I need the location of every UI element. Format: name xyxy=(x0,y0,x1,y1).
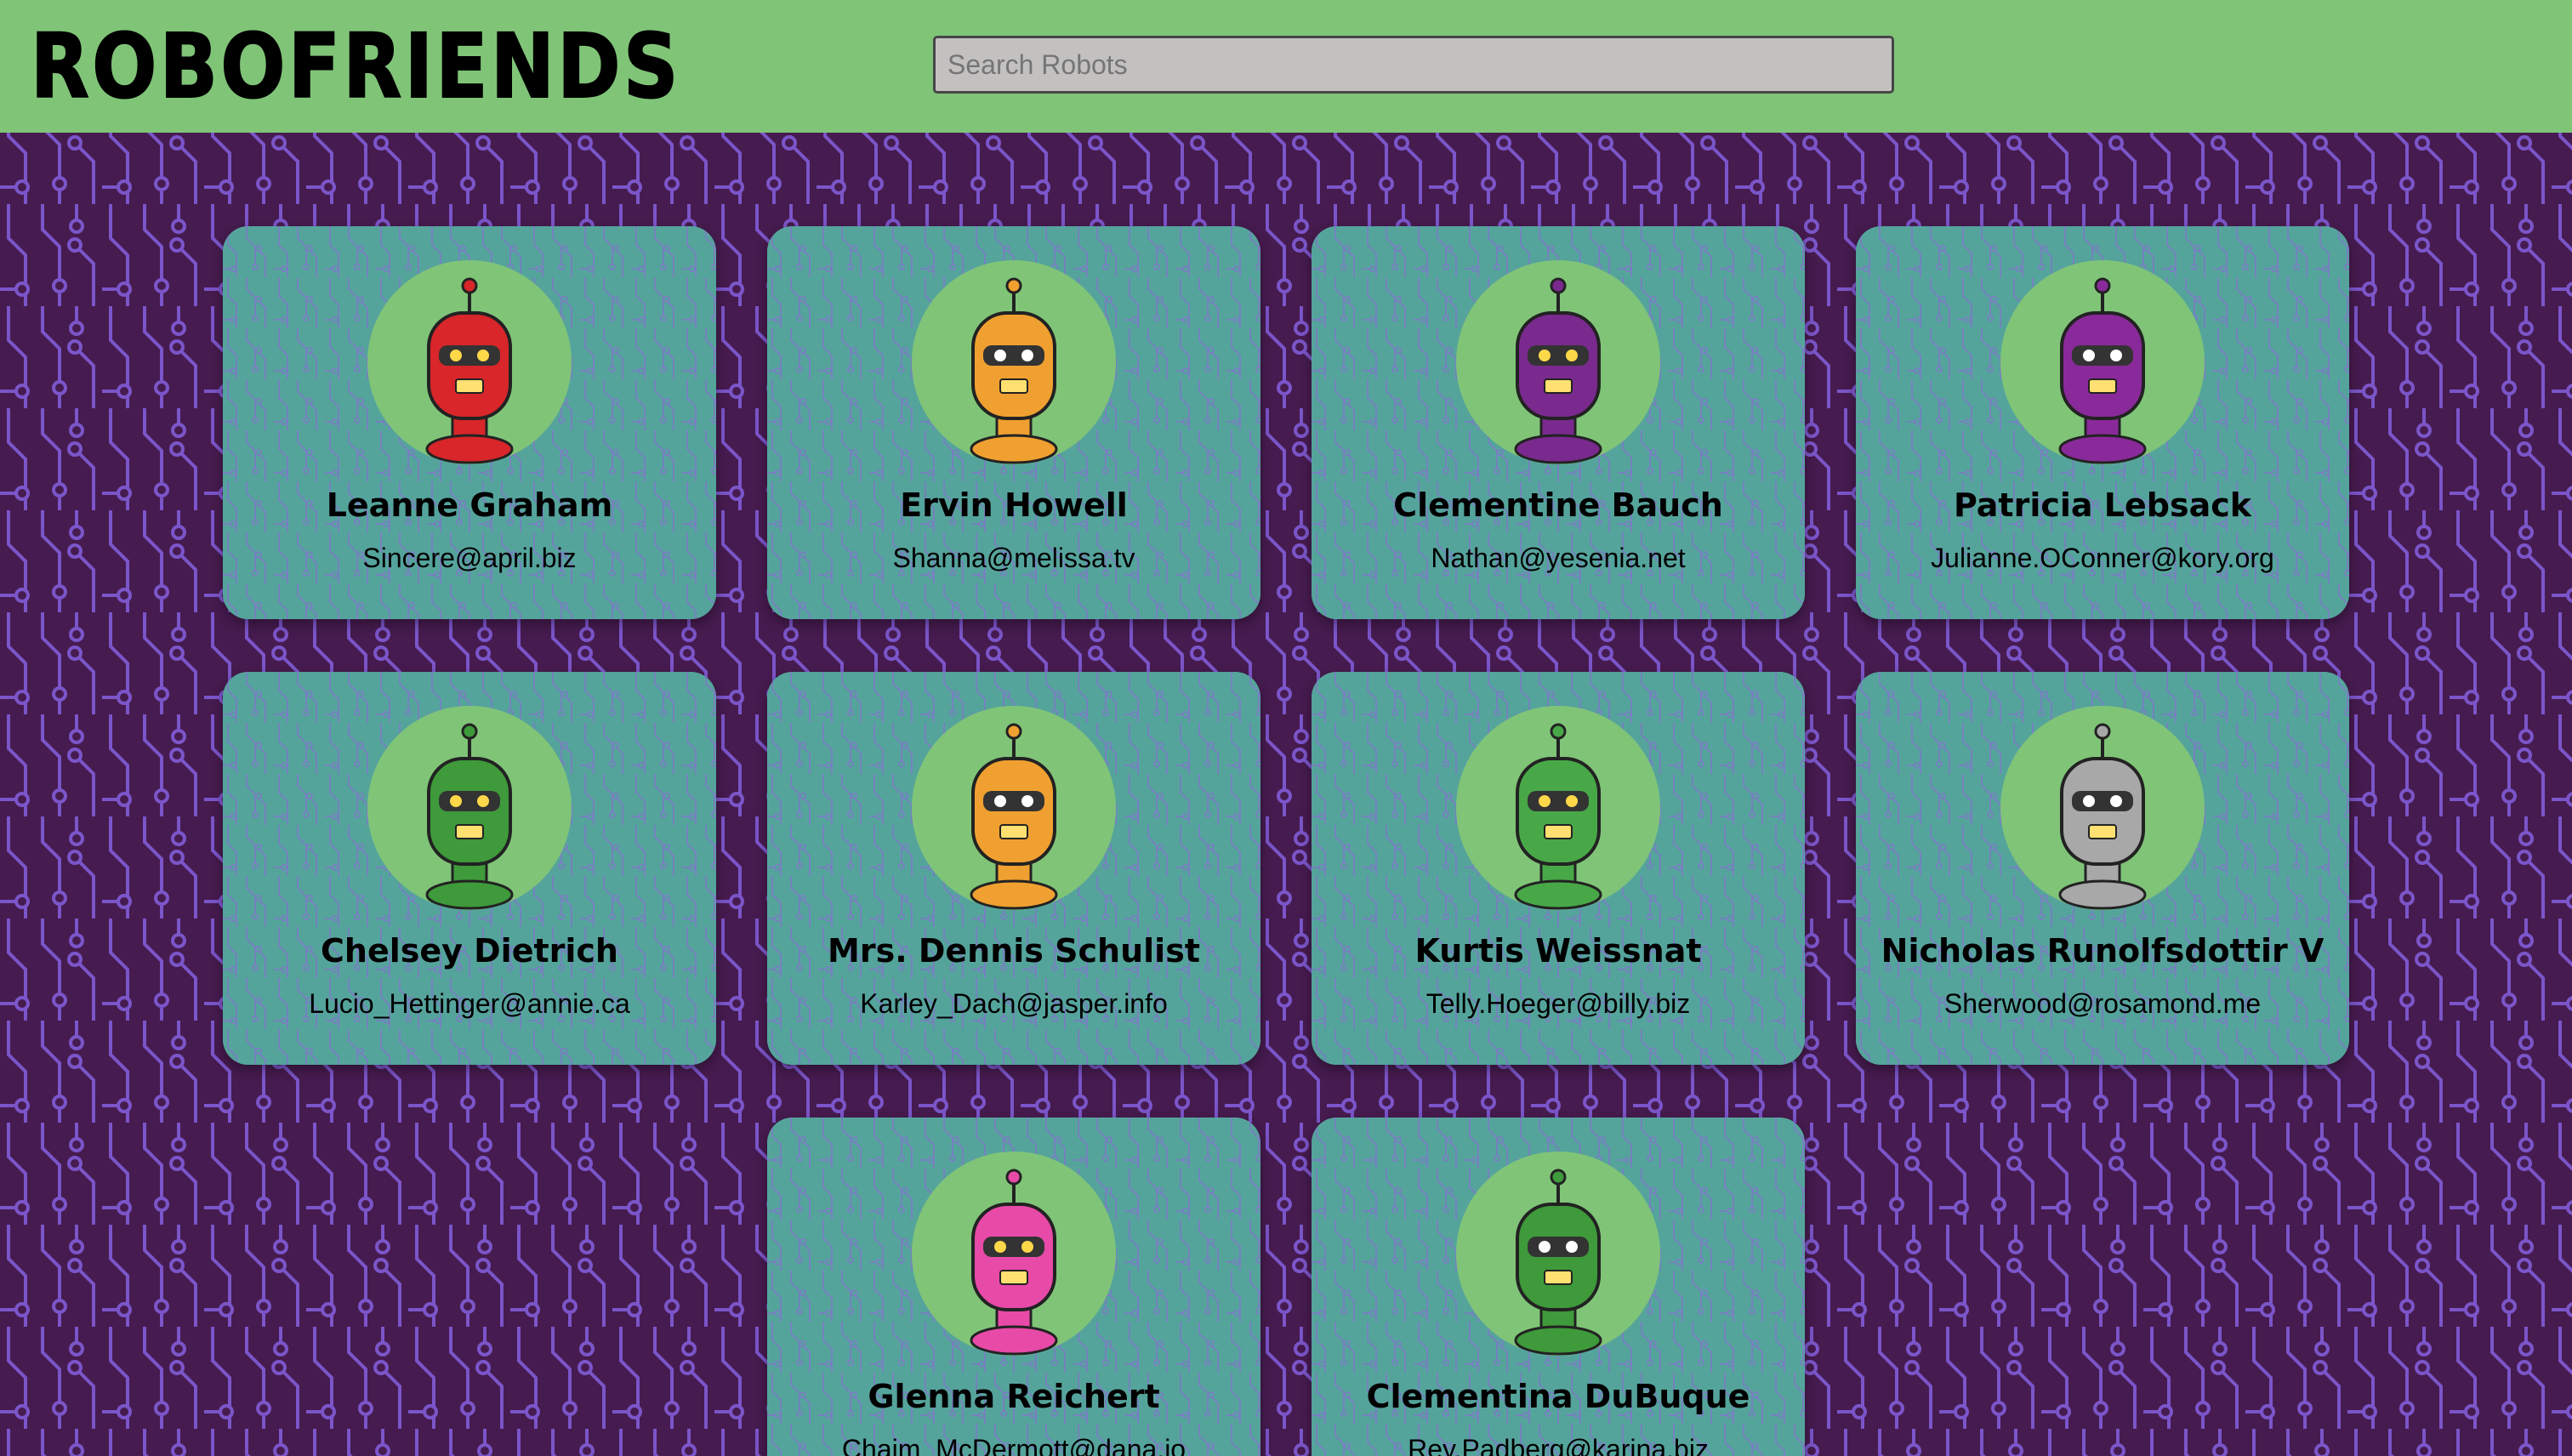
top-bar: ROBOFRIENDS xyxy=(0,0,2572,133)
robot-name: Clementina DuBuque xyxy=(1366,1378,1750,1415)
robot-card: Glenna Reichert Chaim_McDermott@dana.io xyxy=(767,1118,1260,1456)
robot-name: Leanne Graham xyxy=(326,486,613,524)
robot-email: Julianne.OConner@kory.org xyxy=(1931,543,2274,573)
green-alien-robot-icon xyxy=(1456,706,1660,910)
robot-email: Sherwood@rosamond.me xyxy=(1943,988,2262,1019)
robot-name: Kurtis Weissnat xyxy=(1414,932,1702,970)
robot-email: Chaim_McDermott@dana.io xyxy=(841,1434,1186,1456)
red-robot-icon xyxy=(367,260,572,464)
robot-card: Kurtis Weissnat Telly.Hoeger@billy.biz xyxy=(1312,672,1805,1065)
robot-card: Ervin Howell Shanna@melissa.tv xyxy=(767,226,1260,619)
robot-name: Mrs. Dennis Schulist xyxy=(828,932,1200,970)
robot-name: Clementine Bauch xyxy=(1393,486,1723,524)
robot-card: Mrs. Dennis Schulist Karley_Dach@jasper.i… xyxy=(767,672,1260,1065)
robot-email: Nathan@yesenia.net xyxy=(1431,543,1686,573)
robot-email: Rey.Padberg@karina.biz xyxy=(1408,1434,1709,1456)
robot-name: Chelsey Dietrich xyxy=(321,932,618,970)
robot-email: Shanna@melissa.tv xyxy=(892,543,1135,573)
robot-card: Chelsey Dietrich Lucio_Hettinger@annie.ca xyxy=(223,672,716,1065)
purple-robot-icon xyxy=(1456,260,1660,464)
search-input[interactable] xyxy=(933,36,1894,94)
robot-name: Glenna Reichert xyxy=(868,1378,1160,1415)
orange-round-robot-icon xyxy=(912,706,1116,910)
robot-card: Leanne Graham Sincere@april.biz xyxy=(223,226,716,619)
gray-robot-icon xyxy=(2000,706,2205,910)
robot-email: Sincere@april.biz xyxy=(362,543,577,573)
robot-card: Nicholas Runolfsdottir V Sherwood@rosamon… xyxy=(1856,672,2349,1065)
robot-card: Clementina DuBuque Rey.Padberg@karina.biz xyxy=(1312,1118,1805,1456)
purple-box-robot-icon xyxy=(2000,260,2205,464)
robot-name: Patricia Lebsack xyxy=(1953,486,2252,524)
app-logo: ROBOFRIENDS xyxy=(30,14,681,118)
robot-email: Telly.Hoeger@billy.biz xyxy=(1425,988,1691,1019)
pink-robot-icon xyxy=(912,1152,1116,1356)
green-hat-robot-icon xyxy=(1456,1152,1660,1356)
robot-email: Lucio_Hettinger@annie.ca xyxy=(309,988,630,1019)
robot-card: Patricia Lebsack Julianne.OConner@kory.or… xyxy=(1856,226,2349,619)
green-robot-icon xyxy=(367,706,572,910)
robot-name: Ervin Howell xyxy=(900,486,1128,524)
orange-robot-icon xyxy=(912,260,1116,464)
robot-email: Karley_Dach@jasper.info xyxy=(860,988,1168,1019)
robot-name: Nicholas Runolfsdottir V xyxy=(1881,932,2324,970)
robot-card: Clementine Bauch Nathan@yesenia.net xyxy=(1312,226,1805,619)
robot-card-list: Leanne Graham Sincere@april.biz Ervin Howe… xyxy=(0,0,2572,1456)
